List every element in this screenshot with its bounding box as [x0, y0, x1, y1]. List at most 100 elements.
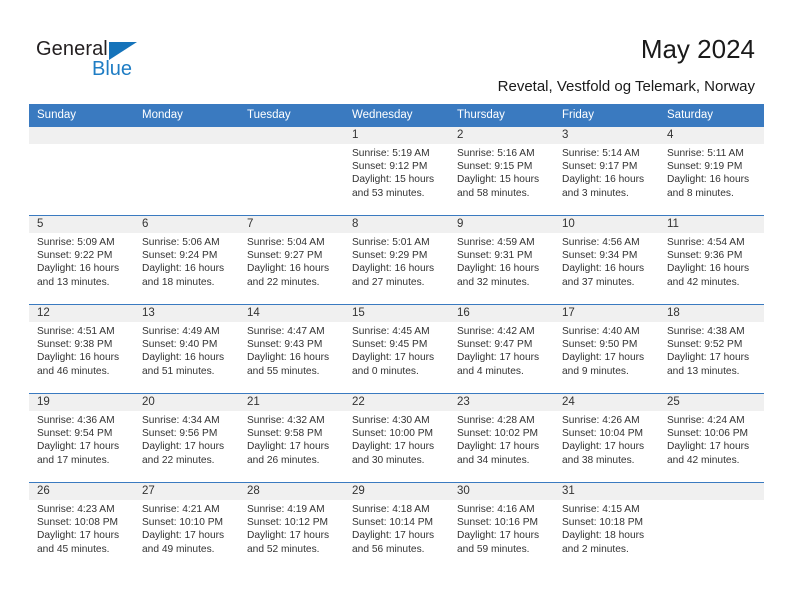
day-details: Sunrise: 4:21 AM Sunset: 10:10 PM Daylight… — [134, 500, 239, 556]
day-details: Sunrise: 5:06 AM Sunset: 9:24 PM Daylight:… — [134, 233, 239, 289]
daylight-text: Daylight: 16 hours and 42 minutes. — [667, 263, 750, 288]
weekday-header-monday: Monday — [134, 104, 239, 127]
day-details: Sunrise: 4:38 AM Sunset: 9:52 PM Daylight:… — [659, 322, 764, 378]
calendar-day-cell[interactable]: 26 Sunrise: 4:23 AM Sunset: 10:08 PM Daylig… — [29, 482, 134, 572]
calendar-day-cell[interactable]: 6 Sunrise: 5:06 AM Sunset: 9:24 PM Daylight… — [134, 215, 239, 305]
sunset-text: Sunset: 10:08 PM — [37, 517, 118, 529]
calendar-day-cell[interactable]: 11 Sunrise: 4:54 AM Sunset: 9:36 PM Dayligh… — [659, 215, 764, 305]
sunrise-text: Sunrise: 4:19 AM — [247, 504, 325, 515]
sunset-text: Sunset: 10:02 PM — [457, 428, 538, 440]
calendar-day-cell[interactable]: 27 Sunrise: 4:21 AM Sunset: 10:10 PM Daylig… — [134, 482, 239, 572]
calendar-day-cell[interactable]: 25 Sunrise: 4:24 AM Sunset: 10:06 PM Daylig… — [659, 393, 764, 483]
calendar-day-cell[interactable]: 28 Sunrise: 4:19 AM Sunset: 10:12 PM Daylig… — [239, 482, 344, 572]
day-number: 3 — [554, 127, 659, 144]
day-number: 26 — [29, 483, 134, 500]
day-number: 30 — [449, 483, 554, 500]
day-number — [134, 127, 239, 144]
sunrise-text: Sunrise: 4:49 AM — [142, 326, 220, 337]
calendar-day-cell[interactable]: 3 Sunrise: 5:14 AM Sunset: 9:17 PM Daylight… — [554, 126, 659, 216]
calendar-day-cell[interactable]: 4 Sunrise: 5:11 AM Sunset: 9:19 PM Daylight… — [659, 126, 764, 216]
day-number: 14 — [239, 305, 344, 322]
sunrise-text: Sunrise: 4:54 AM — [667, 237, 745, 248]
calendar-day-cell[interactable]: 17 Sunrise: 4:40 AM Sunset: 9:50 PM Dayligh… — [554, 304, 659, 394]
calendar-day-cell[interactable]: 8 Sunrise: 5:01 AM Sunset: 9:29 PM Daylight… — [344, 215, 449, 305]
calendar-day-cell[interactable]: 2 Sunrise: 5:16 AM Sunset: 9:15 PM Daylight… — [449, 126, 554, 216]
sunset-text: Sunset: 9:43 PM — [247, 339, 323, 351]
daylight-text: Daylight: 17 hours and 34 minutes. — [457, 441, 540, 466]
sunrise-text: Sunrise: 5:04 AM — [247, 237, 325, 248]
calendar-day-cell[interactable]: 1 Sunrise: 5:19 AM Sunset: 9:12 PM Daylight… — [344, 126, 449, 216]
day-details: Sunrise: 4:40 AM Sunset: 9:50 PM Daylight:… — [554, 322, 659, 378]
calendar-day-cell[interactable]: 20 Sunrise: 4:34 AM Sunset: 9:56 PM Dayligh… — [134, 393, 239, 483]
calendar-day-cell[interactable]: 19 Sunrise: 4:36 AM Sunset: 9:54 PM Dayligh… — [29, 393, 134, 483]
general-blue-logo[interactable]: General Blue — [36, 38, 166, 86]
day-details: Sunrise: 4:49 AM Sunset: 9:40 PM Daylight:… — [134, 322, 239, 378]
calendar-day-cell[interactable]: 29 Sunrise: 4:18 AM Sunset: 10:14 PM Daylig… — [344, 482, 449, 572]
daylight-text: Daylight: 16 hours and 27 minutes. — [352, 263, 435, 288]
daylight-text: Daylight: 16 hours and 32 minutes. — [457, 263, 540, 288]
calendar-day-cell[interactable]: 24 Sunrise: 4:26 AM Sunset: 10:04 PM Daylig… — [554, 393, 659, 483]
sunrise-sunset-calendar: Sunday Monday Tuesday Wednesday Thursday… — [29, 104, 764, 572]
sunset-text: Sunset: 9:22 PM — [37, 250, 113, 262]
calendar-day-cell[interactable]: 5 Sunrise: 5:09 AM Sunset: 9:22 PM Daylight… — [29, 215, 134, 305]
calendar-header-row: Sunday Monday Tuesday Wednesday Thursday… — [29, 104, 764, 127]
calendar-day-cell[interactable]: 16 Sunrise: 4:42 AM Sunset: 9:47 PM Dayligh… — [449, 304, 554, 394]
calendar-day-cell[interactable]: 23 Sunrise: 4:28 AM Sunset: 10:02 PM Daylig… — [449, 393, 554, 483]
day-details: Sunrise: 4:24 AM Sunset: 10:06 PM Daylight… — [659, 411, 764, 467]
sunset-text: Sunset: 10:04 PM — [562, 428, 643, 440]
day-number: 23 — [449, 394, 554, 411]
calendar-day-cell[interactable]: 30 Sunrise: 4:16 AM Sunset: 10:16 PM Daylig… — [449, 482, 554, 572]
day-number: 31 — [554, 483, 659, 500]
calendar-day-cell[interactable]: 14 Sunrise: 4:47 AM Sunset: 9:43 PM Dayligh… — [239, 304, 344, 394]
day-details: Sunrise: 4:26 AM Sunset: 10:04 PM Daylight… — [554, 411, 659, 467]
day-details: Sunrise: 5:01 AM Sunset: 9:29 PM Daylight:… — [344, 233, 449, 289]
calendar-day-cell-empty — [239, 126, 344, 216]
calendar-day-cell[interactable]: 7 Sunrise: 5:04 AM Sunset: 9:27 PM Daylight… — [239, 215, 344, 305]
sunrise-text: Sunrise: 4:56 AM — [562, 237, 640, 248]
calendar-day-cell[interactable]: 15 Sunrise: 4:45 AM Sunset: 9:45 PM Dayligh… — [344, 304, 449, 394]
day-number: 19 — [29, 394, 134, 411]
day-details: Sunrise: 4:32 AM Sunset: 9:58 PM Daylight:… — [239, 411, 344, 467]
sunrise-text: Sunrise: 5:14 AM — [562, 148, 640, 159]
daylight-text: Daylight: 17 hours and 22 minutes. — [142, 441, 225, 466]
sunset-text: Sunset: 9:54 PM — [37, 428, 113, 440]
daylight-text: Daylight: 17 hours and 26 minutes. — [247, 441, 330, 466]
day-details: Sunrise: 5:14 AM Sunset: 9:17 PM Daylight:… — [554, 144, 659, 200]
daylight-text: Daylight: 16 hours and 13 minutes. — [37, 263, 120, 288]
sunset-text: Sunset: 9:31 PM — [457, 250, 533, 262]
day-details: Sunrise: 4:36 AM Sunset: 9:54 PM Daylight:… — [29, 411, 134, 467]
sunrise-text: Sunrise: 4:30 AM — [352, 415, 430, 426]
daylight-text: Daylight: 18 hours and 2 minutes. — [562, 530, 645, 555]
day-details: Sunrise: 4:19 AM Sunset: 10:12 PM Daylight… — [239, 500, 344, 556]
sunrise-text: Sunrise: 4:26 AM — [562, 415, 640, 426]
day-number — [239, 127, 344, 144]
day-number: 13 — [134, 305, 239, 322]
day-details: Sunrise: 4:15 AM Sunset: 10:18 PM Daylight… — [554, 500, 659, 556]
calendar-day-cell[interactable]: 31 Sunrise: 4:15 AM Sunset: 10:18 PM Daylig… — [554, 482, 659, 572]
sunrise-text: Sunrise: 5:01 AM — [352, 237, 430, 248]
calendar-day-cell[interactable]: 10 Sunrise: 4:56 AM Sunset: 9:34 PM Dayligh… — [554, 215, 659, 305]
sunrise-text: Sunrise: 4:23 AM — [37, 504, 115, 515]
weekday-header-saturday: Saturday — [659, 104, 764, 127]
sunrise-text: Sunrise: 4:15 AM — [562, 504, 640, 515]
sunrise-text: Sunrise: 5:06 AM — [142, 237, 220, 248]
calendar-day-cell[interactable]: 22 Sunrise: 4:30 AM Sunset: 10:00 PM Daylig… — [344, 393, 449, 483]
calendar-day-cell[interactable]: 21 Sunrise: 4:32 AM Sunset: 9:58 PM Dayligh… — [239, 393, 344, 483]
sunset-text: Sunset: 9:36 PM — [667, 250, 743, 262]
calendar-day-cell[interactable]: 12 Sunrise: 4:51 AM Sunset: 9:38 PM Dayligh… — [29, 304, 134, 394]
sunrise-text: Sunrise: 4:21 AM — [142, 504, 220, 515]
day-details: Sunrise: 4:54 AM Sunset: 9:36 PM Daylight:… — [659, 233, 764, 289]
calendar-day-cell[interactable]: 13 Sunrise: 4:49 AM Sunset: 9:40 PM Dayligh… — [134, 304, 239, 394]
daylight-text: Daylight: 16 hours and 37 minutes. — [562, 263, 645, 288]
daylight-text: Daylight: 16 hours and 46 minutes. — [37, 352, 120, 377]
calendar-day-cell[interactable]: 9 Sunrise: 4:59 AM Sunset: 9:31 PM Daylight… — [449, 215, 554, 305]
sunrise-text: Sunrise: 4:40 AM — [562, 326, 640, 337]
daylight-text: Daylight: 17 hours and 49 minutes. — [142, 530, 225, 555]
sunrise-text: Sunrise: 5:16 AM — [457, 148, 535, 159]
day-number: 7 — [239, 216, 344, 233]
calendar-day-cell-empty — [29, 126, 134, 216]
sunset-text: Sunset: 10:00 PM — [352, 428, 433, 440]
day-number: 16 — [449, 305, 554, 322]
calendar-day-cell[interactable]: 18 Sunrise: 4:38 AM Sunset: 9:52 PM Dayligh… — [659, 304, 764, 394]
calendar-day-cell-empty — [659, 482, 764, 572]
